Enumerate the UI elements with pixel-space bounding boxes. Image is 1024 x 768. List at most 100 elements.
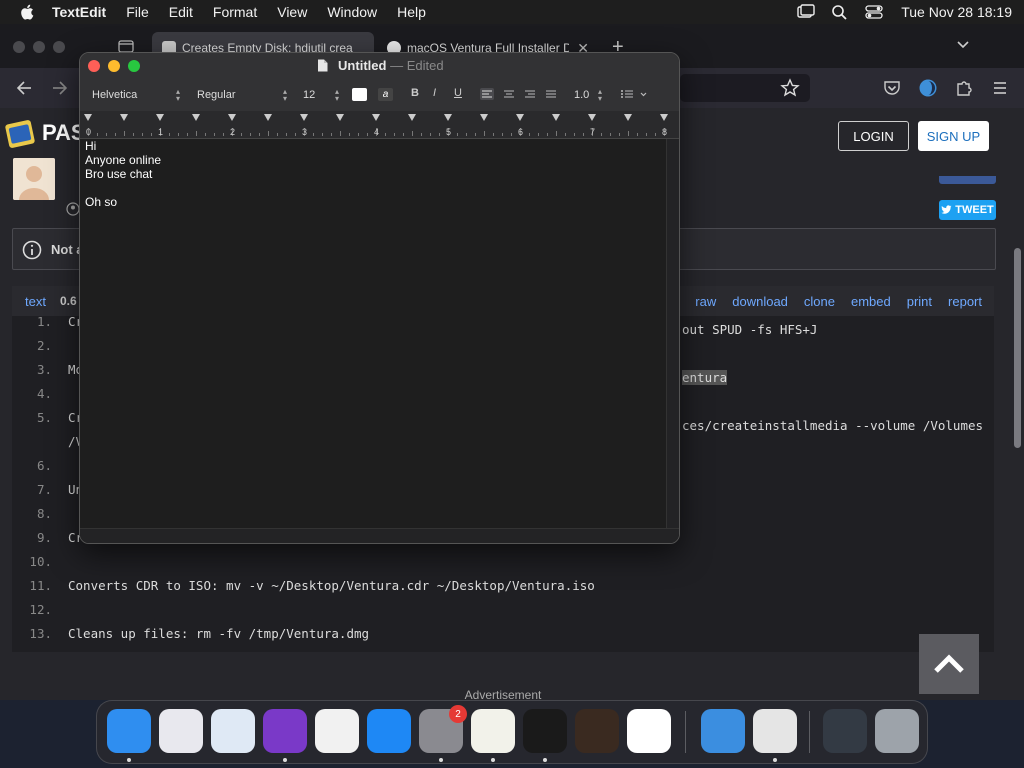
chrome-icon[interactable] xyxy=(315,709,359,753)
ruler-number: 1 xyxy=(158,127,164,137)
textedit-icon[interactable] xyxy=(471,709,515,753)
text-color-well[interactable] xyxy=(352,88,367,101)
ruler-tab-stop-icon[interactable] xyxy=(588,114,596,121)
italic-button[interactable]: I xyxy=(433,87,436,99)
menu-view[interactable]: View xyxy=(277,4,307,20)
control-center-icon[interactable] xyxy=(865,4,883,20)
notification-badge: 2 xyxy=(449,705,467,723)
font-family-select[interactable]: Helvetica ▴ ▾ xyxy=(92,86,182,104)
tweet-button[interactable]: TWEET xyxy=(939,200,996,220)
ruler-tab-stop-icon[interactable] xyxy=(228,114,236,121)
menu-edit[interactable]: Edit xyxy=(169,4,193,20)
textedit-titlebar[interactable]: Untitled — Edited Helvetica ▴ ▾ Regular ▴… xyxy=(80,53,679,111)
share-button[interactable] xyxy=(939,176,996,184)
menu-format[interactable]: Format xyxy=(213,4,257,20)
bookmark-star-icon[interactable] xyxy=(780,78,800,98)
firefox-view-icon[interactable] xyxy=(118,39,134,53)
syntax-label[interactable]: text xyxy=(25,294,46,309)
underline-button[interactable]: U xyxy=(454,87,462,99)
highlight-color-well[interactable]: a xyxy=(378,88,393,101)
menu-window[interactable]: Window xyxy=(327,4,377,20)
align-left-icon[interactable] xyxy=(480,88,494,100)
menu-file[interactable]: File xyxy=(126,4,149,20)
ruler-tab-stop-icon[interactable] xyxy=(84,114,92,121)
document-vertical-scrollbar[interactable] xyxy=(666,139,679,528)
visual-studio-code-icon[interactable] xyxy=(627,709,671,753)
spotlight-search-icon[interactable] xyxy=(831,4,849,20)
ruler-tab-stop-icon[interactable] xyxy=(300,114,308,121)
firefox-icon[interactable] xyxy=(263,709,307,753)
embed-link[interactable]: embed xyxy=(851,294,891,309)
ruler-tab-stop-icon[interactable] xyxy=(156,114,164,121)
account-avatar-icon[interactable] xyxy=(918,78,938,98)
ruler-tab-stop-icon[interactable] xyxy=(192,114,200,121)
ruler-tab-stop-icon[interactable] xyxy=(444,114,452,121)
font-style-select[interactable]: Regular ▴ ▾ xyxy=(197,86,289,104)
extensions-puzzle-icon[interactable] xyxy=(954,78,974,98)
menu-app-name[interactable]: TextEdit xyxy=(52,4,106,20)
align-center-icon[interactable] xyxy=(502,88,516,100)
user-avatar[interactable] xyxy=(13,158,55,200)
finder-icon[interactable] xyxy=(107,709,151,753)
ruler-tick xyxy=(295,133,296,136)
line-spacing-select[interactable]: 1.0 ▴ ▾ xyxy=(574,86,604,104)
align-justify-icon[interactable] xyxy=(544,88,558,100)
font-size-select[interactable]: 12 ▴ ▾ xyxy=(303,86,341,104)
bold-button[interactable]: B xyxy=(411,87,419,99)
login-button[interactable]: LOGIN xyxy=(838,121,909,151)
browser-minimize-dot[interactable] xyxy=(33,41,45,53)
ruler-tab-stop-icon[interactable] xyxy=(264,114,272,121)
browser-zoom-dot[interactable] xyxy=(53,41,65,53)
ruler-tab-stop-icon[interactable] xyxy=(372,114,380,121)
list-bullets-icon[interactable] xyxy=(620,89,650,99)
ruler-tab-stop-icon[interactable] xyxy=(516,114,524,121)
screen-mirroring-icon[interactable] xyxy=(797,4,815,20)
ruler-tab-stop-icon[interactable] xyxy=(552,114,560,121)
page-scrollbar-thumb[interactable] xyxy=(1014,248,1021,448)
align-right-icon[interactable] xyxy=(523,88,537,100)
textedit-window: Untitled — Edited Helvetica ▴ ▾ Regular ▴… xyxy=(79,52,680,544)
weather-icon[interactable] xyxy=(701,709,745,753)
trash-icon[interactable] xyxy=(875,709,919,753)
terminal-icon[interactable] xyxy=(523,709,567,753)
signup-button[interactable]: SIGN UP xyxy=(918,121,989,151)
ruler-number: 8 xyxy=(662,127,668,137)
ruler-tab-stop-icon[interactable] xyxy=(480,114,488,121)
ruler-tab-stop-icon[interactable] xyxy=(336,114,344,121)
text-ruler[interactable]: 0 1 2 3 4 5 6 7 8 xyxy=(80,111,679,139)
ruler-tab-stop-icon[interactable] xyxy=(660,114,668,121)
ruler-tick xyxy=(556,131,557,136)
code-line: 13. Cleans up files: rm -fv /tmp/Ventura.… xyxy=(12,622,994,646)
pastebin-logo-icon[interactable] xyxy=(4,116,38,150)
pocket-icon[interactable] xyxy=(882,78,902,98)
clone-link[interactable]: clone xyxy=(804,294,835,309)
document-icon[interactable] xyxy=(317,59,328,72)
document-horizontal-scrollbar[interactable] xyxy=(80,528,679,543)
launchpad-icon[interactable] xyxy=(159,709,203,753)
ruler-tab-stop-icon[interactable] xyxy=(408,114,416,121)
menu-help[interactable]: Help xyxy=(397,4,426,20)
raw-link[interactable]: raw xyxy=(695,294,716,309)
window-title: Untitled — Edited xyxy=(80,58,679,73)
apple-icon[interactable] xyxy=(20,4,34,20)
hamburger-menu-icon[interactable] xyxy=(990,78,1010,98)
scroll-to-top-button[interactable] xyxy=(919,634,979,694)
ruler-tab-stop-icon[interactable] xyxy=(624,114,632,121)
report-link[interactable]: report xyxy=(948,294,982,309)
download-link[interactable]: download xyxy=(732,294,788,309)
document-text-area[interactable]: Hi Anyone online Bro use chat Oh so xyxy=(80,139,665,528)
back-arrow-icon[interactable] xyxy=(14,78,34,98)
downloads-icon[interactable] xyxy=(823,709,867,753)
chevron-down-icon[interactable] xyxy=(956,38,970,50)
disk-utility-icon[interactable] xyxy=(753,709,797,753)
print-link[interactable]: print xyxy=(907,294,932,309)
menu-bar-clock[interactable]: Tue Nov 28 18:19 xyxy=(901,4,1012,20)
ruler-tab-stop-icon[interactable] xyxy=(120,114,128,121)
browser-close-dot[interactable] xyxy=(13,41,25,53)
paste-size: 0.6 xyxy=(60,294,77,308)
safari-icon[interactable] xyxy=(211,709,255,753)
garageband-icon[interactable] xyxy=(575,709,619,753)
forward-arrow-icon[interactable] xyxy=(50,78,70,98)
ruler-tick xyxy=(286,133,287,136)
app-store-icon[interactable] xyxy=(367,709,411,753)
